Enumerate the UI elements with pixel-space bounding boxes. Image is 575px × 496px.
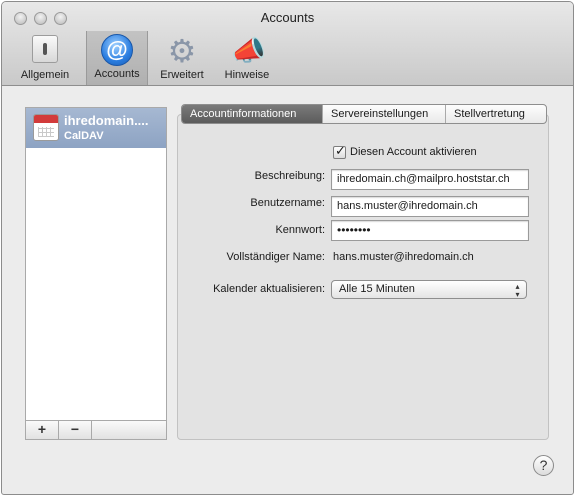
account-list-item[interactable]: ihredomain.... CalDAV — [26, 108, 166, 148]
username-label: Benutzername: — [250, 197, 325, 209]
fullname-value: hans.muster@ihredomain.ch — [333, 251, 474, 263]
toolbar-item-label: Allgemein — [20, 69, 70, 81]
enable-account-checkbox[interactable] — [333, 143, 346, 159]
fullname-label: Vollständiger Name: — [226, 251, 325, 263]
toolbar-item-accounts[interactable]: @ Accounts — [86, 31, 148, 85]
tab-servereinstellungen[interactable]: Servereinstellungen — [322, 105, 445, 123]
calendar-icon — [33, 114, 59, 141]
at-sign-icon: @ — [101, 34, 133, 66]
password-field[interactable]: •••••••• — [331, 220, 529, 241]
tab-accountinformationen[interactable]: Accountinformationen — [182, 105, 322, 123]
toolbar-item-allgemein[interactable]: Allgemein — [10, 32, 80, 84]
switch-icon — [32, 35, 58, 63]
toolbar-item-hinweise[interactable]: 📣 Hinweise — [216, 32, 278, 84]
tab-stellvertretung[interactable]: Stellvertretung — [445, 105, 546, 123]
toolbar-item-label: Erweitert — [160, 69, 204, 81]
gear-icon: ⚙ — [167, 33, 197, 69]
account-type: CalDAV — [64, 130, 104, 142]
refresh-interval-select[interactable]: Alle 15 Minuten ▴ ▾ — [331, 280, 527, 299]
toolbar-item-label: Accounts — [94, 68, 140, 80]
account-tabs: Accountinformationen Servereinstellungen… — [181, 104, 547, 124]
account-detail-panel — [177, 114, 549, 440]
refresh-calendar-label: Kalender aktualisieren: — [213, 283, 325, 295]
help-button[interactable]: ? — [533, 455, 554, 476]
megaphone-icon: 📣 — [231, 35, 266, 66]
add-account-button[interactable]: + — [26, 421, 59, 439]
window-title: Accounts — [260, 10, 315, 25]
password-label: Kennwort: — [275, 224, 325, 236]
description-field[interactable]: ihredomain.ch@mailpro.hoststar.ch — [331, 169, 529, 190]
up-down-arrows-icon: ▴ ▾ — [515, 282, 520, 299]
account-list-footer: + − — [26, 420, 166, 439]
enable-account-label: Diesen Account aktivieren — [350, 146, 477, 158]
toolbar: Accounts Allgemein @ Accounts ⚙ Erweiter… — [2, 2, 573, 86]
refresh-interval-value: Alle 15 Minuten — [339, 283, 415, 295]
description-label: Beschreibung: — [254, 170, 325, 182]
username-field[interactable]: hans.muster@ihredomain.ch — [331, 196, 529, 217]
account-list: ihredomain.... CalDAV + − — [25, 107, 167, 440]
toolbar-item-erweitert[interactable]: ⚙ Erweitert — [152, 32, 212, 84]
account-name: ihredomain.... — [64, 113, 149, 128]
remove-account-button[interactable]: − — [59, 421, 92, 439]
toolbar-item-label: Hinweise — [224, 69, 270, 81]
